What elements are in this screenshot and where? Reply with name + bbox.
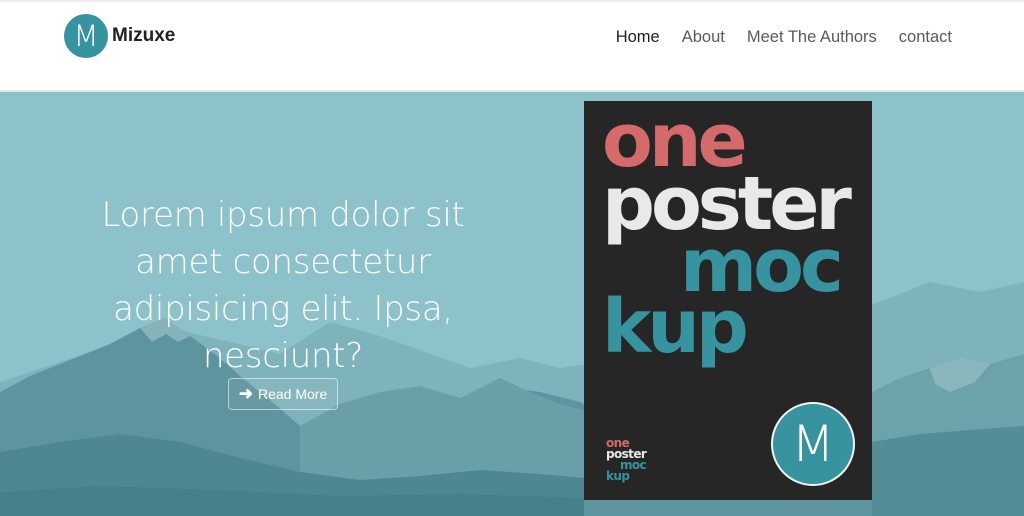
poster-logo-icon: M [771,402,855,486]
read-more-button[interactable]: ➜ Read More [228,378,338,410]
nav-link-about[interactable]: About [682,26,725,49]
hero-section: Lorem ipsum dolor sit amet consectetur a… [0,92,1024,516]
hero-heading: Lorem ipsum dolor sit amet consectetur a… [101,195,465,376]
brand-logo-icon: M [64,14,108,58]
read-more-label: Read More [257,386,328,402]
poster-mini-wordmark: one poster moc kup [606,437,647,483]
nav-links: Home About Meet The Authors contact [594,26,952,49]
brand-name: Mizuxe [112,25,176,46]
nav-link-contact[interactable]: contact [899,26,952,49]
poster-word-kup: kup [602,284,749,370]
nav-link-meet-the-authors[interactable]: Meet The Authors [747,26,877,49]
nav-link-home[interactable]: Home [616,26,660,49]
poster-mini-word-kup: kup [606,469,630,483]
arrow-right-icon: ➜ [238,384,253,403]
navbar: M Mizuxe Home About Meet The Authors con… [0,0,1024,92]
brand-link[interactable]: M Mizuxe [64,13,175,59]
poster-mockup-image: one poster moc kup one poster moc kup M [584,101,872,500]
